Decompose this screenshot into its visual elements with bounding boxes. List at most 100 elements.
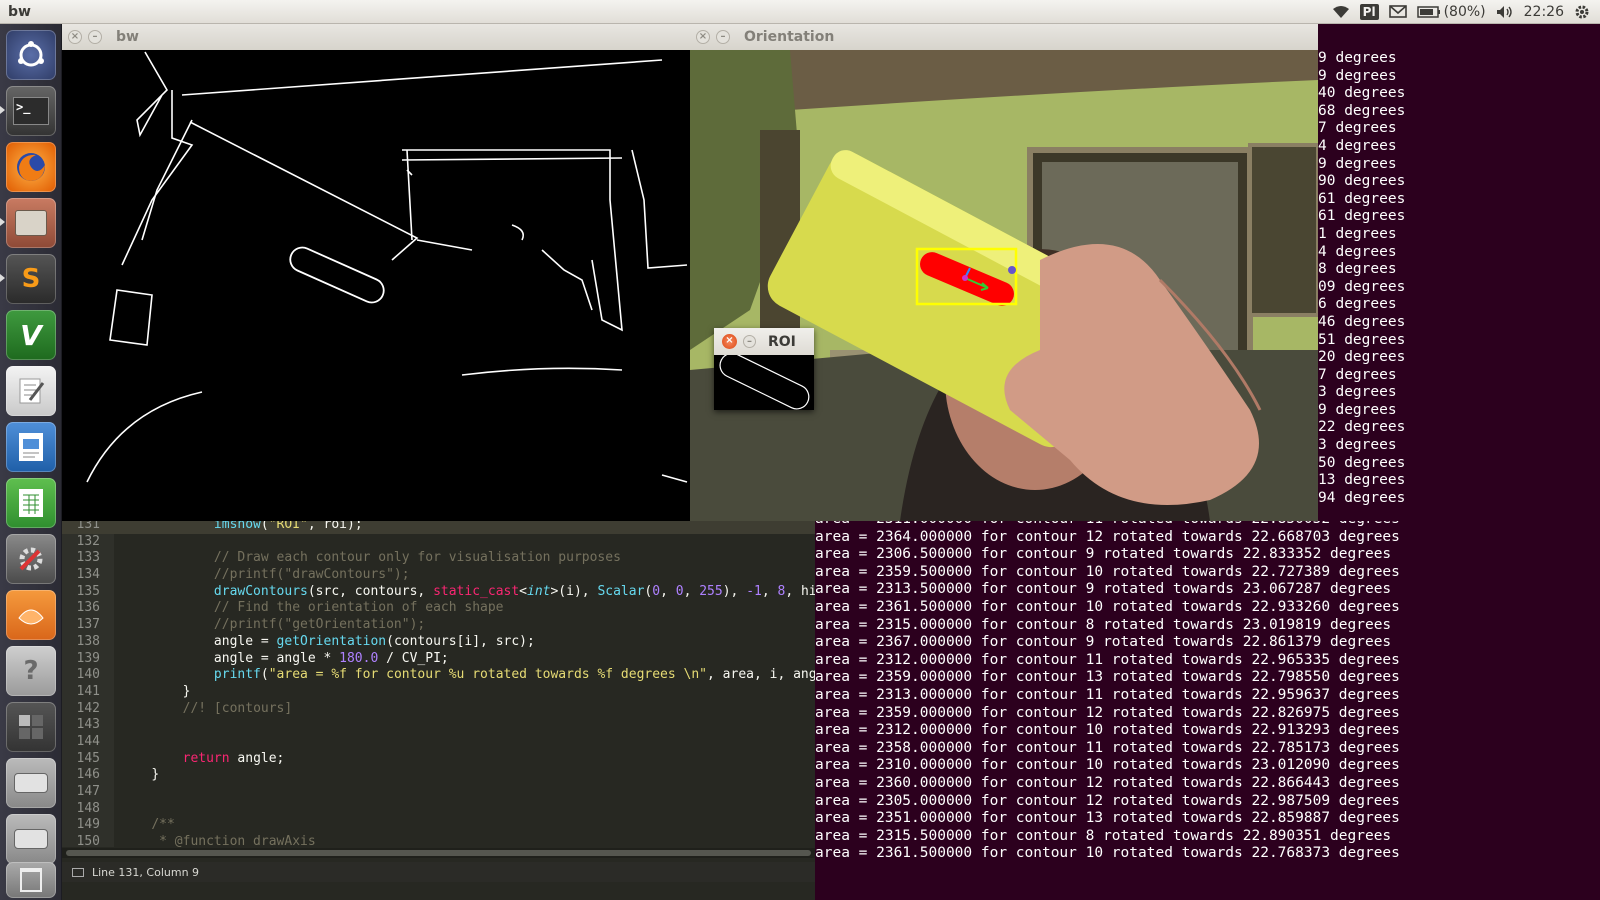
terminal-line: area = 2359.500000 for contour 10 rotate… — [815, 563, 1400, 580]
line-number: 140 — [76, 667, 100, 683]
disk-drive-icon[interactable] — [6, 758, 56, 808]
session-gear-icon[interactable] — [1574, 4, 1590, 20]
code-token: angle = — [213, 633, 277, 649]
help-icon[interactable]: ? — [6, 646, 56, 696]
code-line-146: 146 } — [62, 767, 815, 784]
battery-percent: (80%) — [1443, 3, 1486, 20]
terminal-line: 22 degrees — [1318, 419, 1406, 436]
battery-icon — [1416, 5, 1440, 18]
roi-titlebar[interactable]: × – ROI — [714, 328, 814, 355]
volume-icon[interactable] — [1496, 5, 1514, 19]
sublime-s-icon: S — [21, 264, 41, 294]
top-panel: bw Pl (80%) 22:26 — [0, 0, 1600, 24]
wifi-icon[interactable] — [1332, 5, 1350, 19]
clock[interactable]: 22:26 — [1524, 4, 1564, 20]
code-editor[interactable]: 131 imshow("ROI", roi); 132 133 // Draw … — [62, 521, 815, 900]
code-token: static_cast — [433, 583, 520, 599]
sublime-text-icon[interactable]: S — [6, 254, 56, 304]
writer-icon[interactable] — [6, 422, 56, 472]
active-app-title: bw — [8, 3, 31, 20]
code-token: ( — [260, 667, 269, 683]
drive-body-2-icon — [14, 829, 48, 849]
line-number: 146 — [76, 767, 100, 783]
code-comment: /** — [151, 817, 175, 833]
line-number: 149 — [76, 817, 100, 833]
trash-icon[interactable] — [6, 862, 56, 898]
terminal-line: area = 2359.000000 for contour 13 rotate… — [815, 669, 1400, 686]
code-token: ), — [722, 583, 747, 599]
webcam-scene — [690, 50, 1318, 521]
scrollbar-thumb[interactable] — [66, 850, 811, 856]
terminal-line: 8 degrees — [1318, 261, 1397, 278]
line-number: 134 — [76, 567, 100, 583]
terminal-line: area = 2351.000000 for contour 13 rotate… — [815, 810, 1400, 827]
line-number: 132 — [76, 533, 100, 549]
question-mark-icon: ? — [23, 656, 39, 686]
terminal-line: area = 2361.500000 for contour 10 rotate… — [815, 845, 1400, 862]
code-line-136: 136 // Find the orientation of each shap… — [62, 600, 815, 617]
code-line-140: 140 printf("area = %f for contour %u rot… — [62, 667, 815, 684]
terminal-line: 9 degrees — [1318, 155, 1397, 172]
orientation-window: × – Orientation — [690, 24, 1318, 521]
orange-app-icon[interactable] — [6, 590, 56, 640]
code-token: angle; — [229, 750, 285, 766]
terminal-line: area = 2311.000000 for contour 11 rotate… — [815, 521, 1400, 529]
code-token: 255 — [699, 583, 723, 599]
bw-blob-outline — [289, 246, 385, 304]
code-token: (src, contours, — [307, 583, 434, 599]
terminal-line: area = 2305.000000 for contour 12 rotate… — [815, 792, 1400, 809]
code-line-138: 138 angle = getOrientation(contours[i], … — [62, 634, 815, 651]
terminal-line: 3 degrees — [1318, 437, 1397, 454]
system-settings-icon[interactable] — [6, 534, 56, 584]
code-token: "ROI" — [268, 521, 308, 532]
code-token: < — [519, 583, 527, 599]
keyboard-layout-indicator[interactable]: Pl — [1359, 3, 1379, 20]
dash-home-icon[interactable] — [6, 30, 56, 80]
roi-close-button[interactable]: × — [722, 334, 737, 349]
bw-minimize-button[interactable]: – — [88, 30, 102, 44]
workspace-switcher-icon[interactable] — [6, 702, 56, 752]
terminal-line: area = 2367.000000 for contour 9 rotated… — [815, 634, 1392, 651]
code-token: 0 — [652, 583, 661, 599]
code-token: "area = %f for contour %u rotated toward… — [268, 667, 708, 683]
code-line-142: 142 //! [contours] — [62, 701, 815, 718]
code-line-145: 145 return angle; — [62, 751, 815, 768]
vim-icon[interactable]: V — [6, 310, 56, 360]
code-area[interactable]: 131 imshow("ROI", roi); 132 133 // Draw … — [62, 521, 815, 849]
code-line-141: 141 } — [62, 684, 815, 701]
terminal-line: 46 degrees — [1318, 313, 1406, 330]
files-icon[interactable] — [6, 198, 56, 248]
terminal-app-icon[interactable]: >_ — [6, 86, 56, 136]
calc-icon[interactable] — [6, 478, 56, 528]
orientation-close-button[interactable]: × — [696, 30, 710, 44]
roi-contour — [719, 352, 810, 410]
bw-titlebar[interactable]: × – bw — [62, 24, 690, 50]
code-line-132: 132 — [62, 534, 815, 551]
console-toggle-icon[interactable] — [72, 867, 84, 877]
firefox-icon[interactable] — [6, 142, 56, 192]
code-comment: //printf("drawContours"); — [213, 567, 410, 583]
code-token: -1 — [746, 583, 762, 599]
line-number: 148 — [76, 800, 100, 816]
code-token: printf — [213, 667, 261, 683]
unity-launcher: >_ S V ? — [0, 24, 62, 900]
bw-edge-image — [62, 50, 690, 521]
terminal-line: area = 2312.000000 for contour 11 rotate… — [815, 651, 1400, 668]
disk-drive-2-icon[interactable] — [6, 814, 56, 864]
orientation-titlebar[interactable]: × – Orientation — [690, 24, 1318, 50]
terminal-line: 9 degrees — [1318, 401, 1397, 418]
code-comment: // Find the orientation of each shape — [213, 600, 504, 616]
orientation-minimize-button[interactable]: – — [716, 30, 730, 44]
text-editor-icon[interactable] — [6, 366, 56, 416]
editor-status-bar: Line 131, Column 9 — [62, 862, 815, 882]
bw-close-button[interactable]: × — [68, 30, 82, 44]
code-line-133: 133 // Draw each contour only for visual… — [62, 550, 815, 567]
line-number: 137 — [76, 617, 100, 633]
terminal-line: 51 degrees — [1318, 331, 1406, 348]
battery-indicator[interactable]: (80%) — [1416, 3, 1486, 20]
terminal-window[interactable]: area = 2311.000000 for contour 11 rotate… — [815, 521, 1600, 900]
mail-icon[interactable] — [1388, 5, 1407, 18]
terminal-line: 50 degrees — [1318, 454, 1406, 471]
horizontal-scrollbar[interactable] — [62, 848, 815, 858]
roi-minimize-button[interactable]: – — [743, 335, 756, 348]
